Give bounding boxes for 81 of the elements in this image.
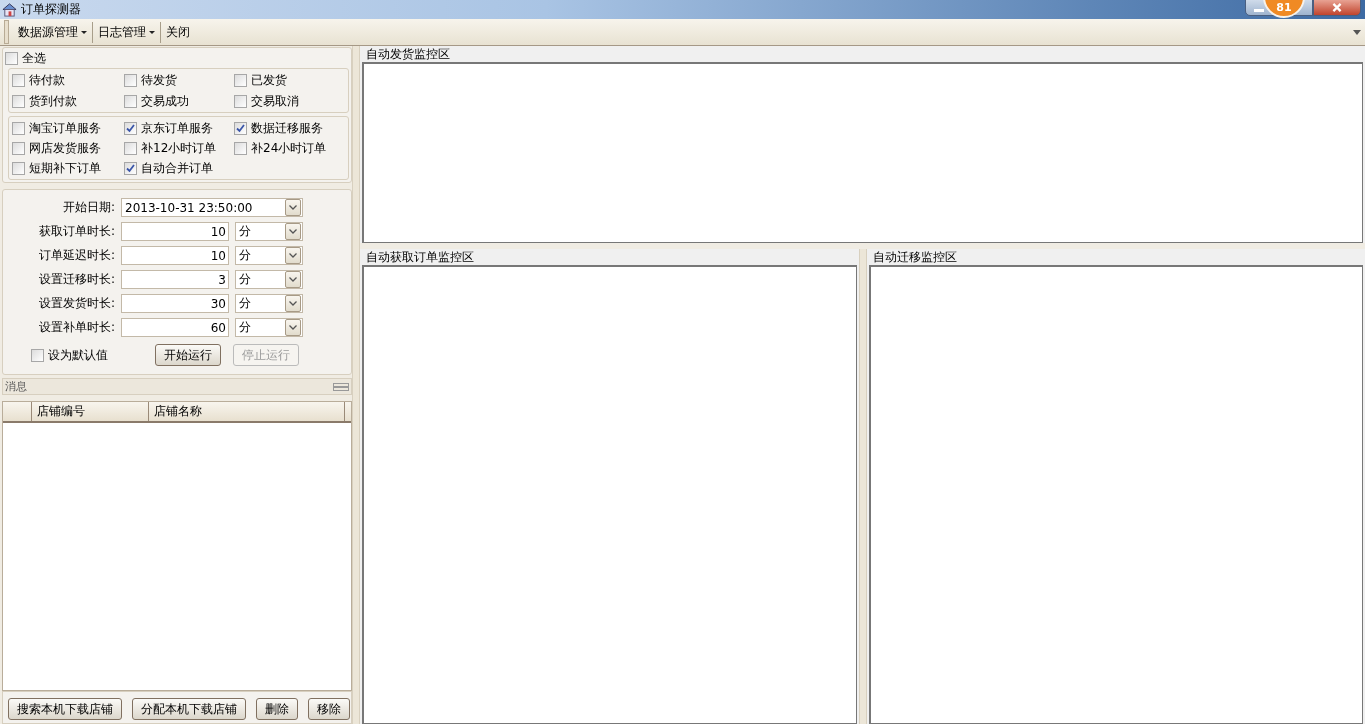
checkbox-box[interactable] bbox=[124, 142, 137, 155]
checkbox-label[interactable]: 待发货 bbox=[141, 72, 177, 89]
field-label: 设置补单时长: bbox=[37, 319, 115, 336]
checkbox-box[interactable] bbox=[12, 142, 25, 155]
checkbox-label[interactable]: 交易取消 bbox=[251, 93, 299, 110]
unit-dropdown[interactable]: 分 bbox=[235, 246, 303, 265]
close-icon bbox=[1332, 3, 1342, 12]
chevron-icon bbox=[289, 301, 297, 306]
unit-dropdown[interactable]: 分 bbox=[235, 318, 303, 337]
house-icon bbox=[2, 2, 17, 17]
field-label: 设置迁移时长: bbox=[37, 271, 115, 288]
checkbox-label[interactable]: 淘宝订单服务 bbox=[29, 120, 101, 137]
field-label: 开始日期: bbox=[61, 199, 115, 216]
minimize-icon bbox=[1254, 8, 1264, 13]
panel-title: 自动迁移监控区 bbox=[871, 249, 958, 265]
unit-dropdown[interactable]: 分 bbox=[235, 270, 303, 289]
number-field[interactable]: 10 bbox=[121, 222, 229, 241]
chevron-icon bbox=[289, 277, 297, 282]
field-label: 订单延迟时长: bbox=[37, 247, 115, 264]
number-field[interactable]: 3 bbox=[121, 270, 229, 289]
checkbox-box[interactable] bbox=[12, 162, 25, 175]
checkbox-box[interactable] bbox=[31, 348, 44, 362]
splitter[interactable] bbox=[352, 46, 360, 724]
checkbox-label[interactable]: 网店发货服务 bbox=[29, 140, 101, 157]
caret-icon bbox=[81, 30, 87, 34]
checkbox-label[interactable]: 全选 bbox=[22, 49, 46, 67]
menu-item[interactable]: 关闭 bbox=[161, 21, 195, 43]
shop-button[interactable]: 分配本机下载店铺 bbox=[132, 698, 246, 720]
checkbox-box[interactable] bbox=[124, 74, 137, 87]
splitter[interactable] bbox=[858, 249, 867, 724]
shop-button[interactable]: 删除 bbox=[256, 698, 298, 720]
checkbox-label[interactable]: 设为默认值 bbox=[48, 346, 108, 364]
checkbox-box[interactable] bbox=[234, 142, 247, 155]
number-field[interactable]: 30 bbox=[121, 294, 229, 313]
toolbar-grip[interactable] bbox=[4, 20, 9, 44]
chevron-icon bbox=[289, 229, 297, 234]
checkbox-label[interactable]: 短期补下订单 bbox=[29, 160, 101, 177]
checkbox-box[interactable] bbox=[5, 51, 18, 65]
unit-dropdown[interactable]: 分 bbox=[235, 294, 303, 313]
shop-button[interactable]: 移除 bbox=[308, 698, 350, 720]
checkbox-label[interactable]: 自动合并订单 bbox=[141, 160, 213, 177]
caret-icon bbox=[149, 30, 155, 34]
checkbox-label[interactable]: 京东订单服务 bbox=[141, 120, 213, 137]
expand-icon[interactable] bbox=[333, 382, 349, 391]
caret-icon[interactable] bbox=[1353, 29, 1361, 35]
field-label: 获取订单时长: bbox=[37, 223, 115, 240]
close-button[interactable] bbox=[1313, 0, 1361, 16]
checkbox-label[interactable]: 补12小时订单 bbox=[141, 140, 217, 157]
message-label: 消息 bbox=[5, 380, 27, 393]
menu-item[interactable]: 数据源管理 bbox=[13, 21, 93, 43]
checkbox-box[interactable] bbox=[12, 74, 25, 87]
checkbox-label[interactable]: 货到付款 bbox=[29, 93, 77, 110]
chevron-icon bbox=[289, 253, 297, 258]
checkbox-box[interactable] bbox=[234, 74, 247, 87]
window-title: 订单探测器 bbox=[21, 1, 81, 18]
panel-title: 自动发货监控区 bbox=[365, 46, 451, 62]
chevron-icon bbox=[289, 325, 297, 330]
checkbox-box[interactable] bbox=[12, 122, 25, 135]
checkbox-label[interactable]: 补24小时订单 bbox=[251, 140, 327, 157]
checkbox-box[interactable] bbox=[124, 95, 137, 108]
checkbox-box[interactable] bbox=[124, 122, 137, 135]
number-field[interactable]: 60 bbox=[121, 318, 229, 337]
checkbox-label[interactable]: 交易成功 bbox=[141, 93, 189, 110]
field-label: 设置发货时长: bbox=[37, 295, 115, 312]
checkbox-label[interactable]: 待付款 bbox=[29, 72, 65, 89]
checkbox-box[interactable] bbox=[12, 95, 25, 108]
checkbox-box[interactable] bbox=[234, 95, 247, 108]
chevron-icon bbox=[289, 205, 297, 210]
checkbox-label[interactable]: 已发货 bbox=[251, 72, 287, 89]
date-picker[interactable]: 2013-10-31 23:50:00 bbox=[121, 198, 303, 217]
panel-title: 自动获取订单监控区 bbox=[365, 249, 475, 265]
menu-item[interactable]: 日志管理 bbox=[93, 21, 161, 43]
unit-dropdown[interactable]: 分 bbox=[235, 222, 303, 241]
shop-button[interactable]: 搜索本机下载店铺 bbox=[8, 698, 122, 720]
number-field[interactable]: 10 bbox=[121, 246, 229, 265]
column-header[interactable]: 店铺编号 bbox=[32, 402, 149, 421]
run-button[interactable]: 开始运行 bbox=[155, 344, 221, 366]
checkbox-label[interactable]: 数据迁移服务 bbox=[251, 120, 323, 137]
checkbox-box[interactable] bbox=[124, 162, 137, 175]
column-header[interactable]: 店铺名称 bbox=[149, 402, 345, 421]
checkbox-box[interactable] bbox=[234, 122, 247, 135]
